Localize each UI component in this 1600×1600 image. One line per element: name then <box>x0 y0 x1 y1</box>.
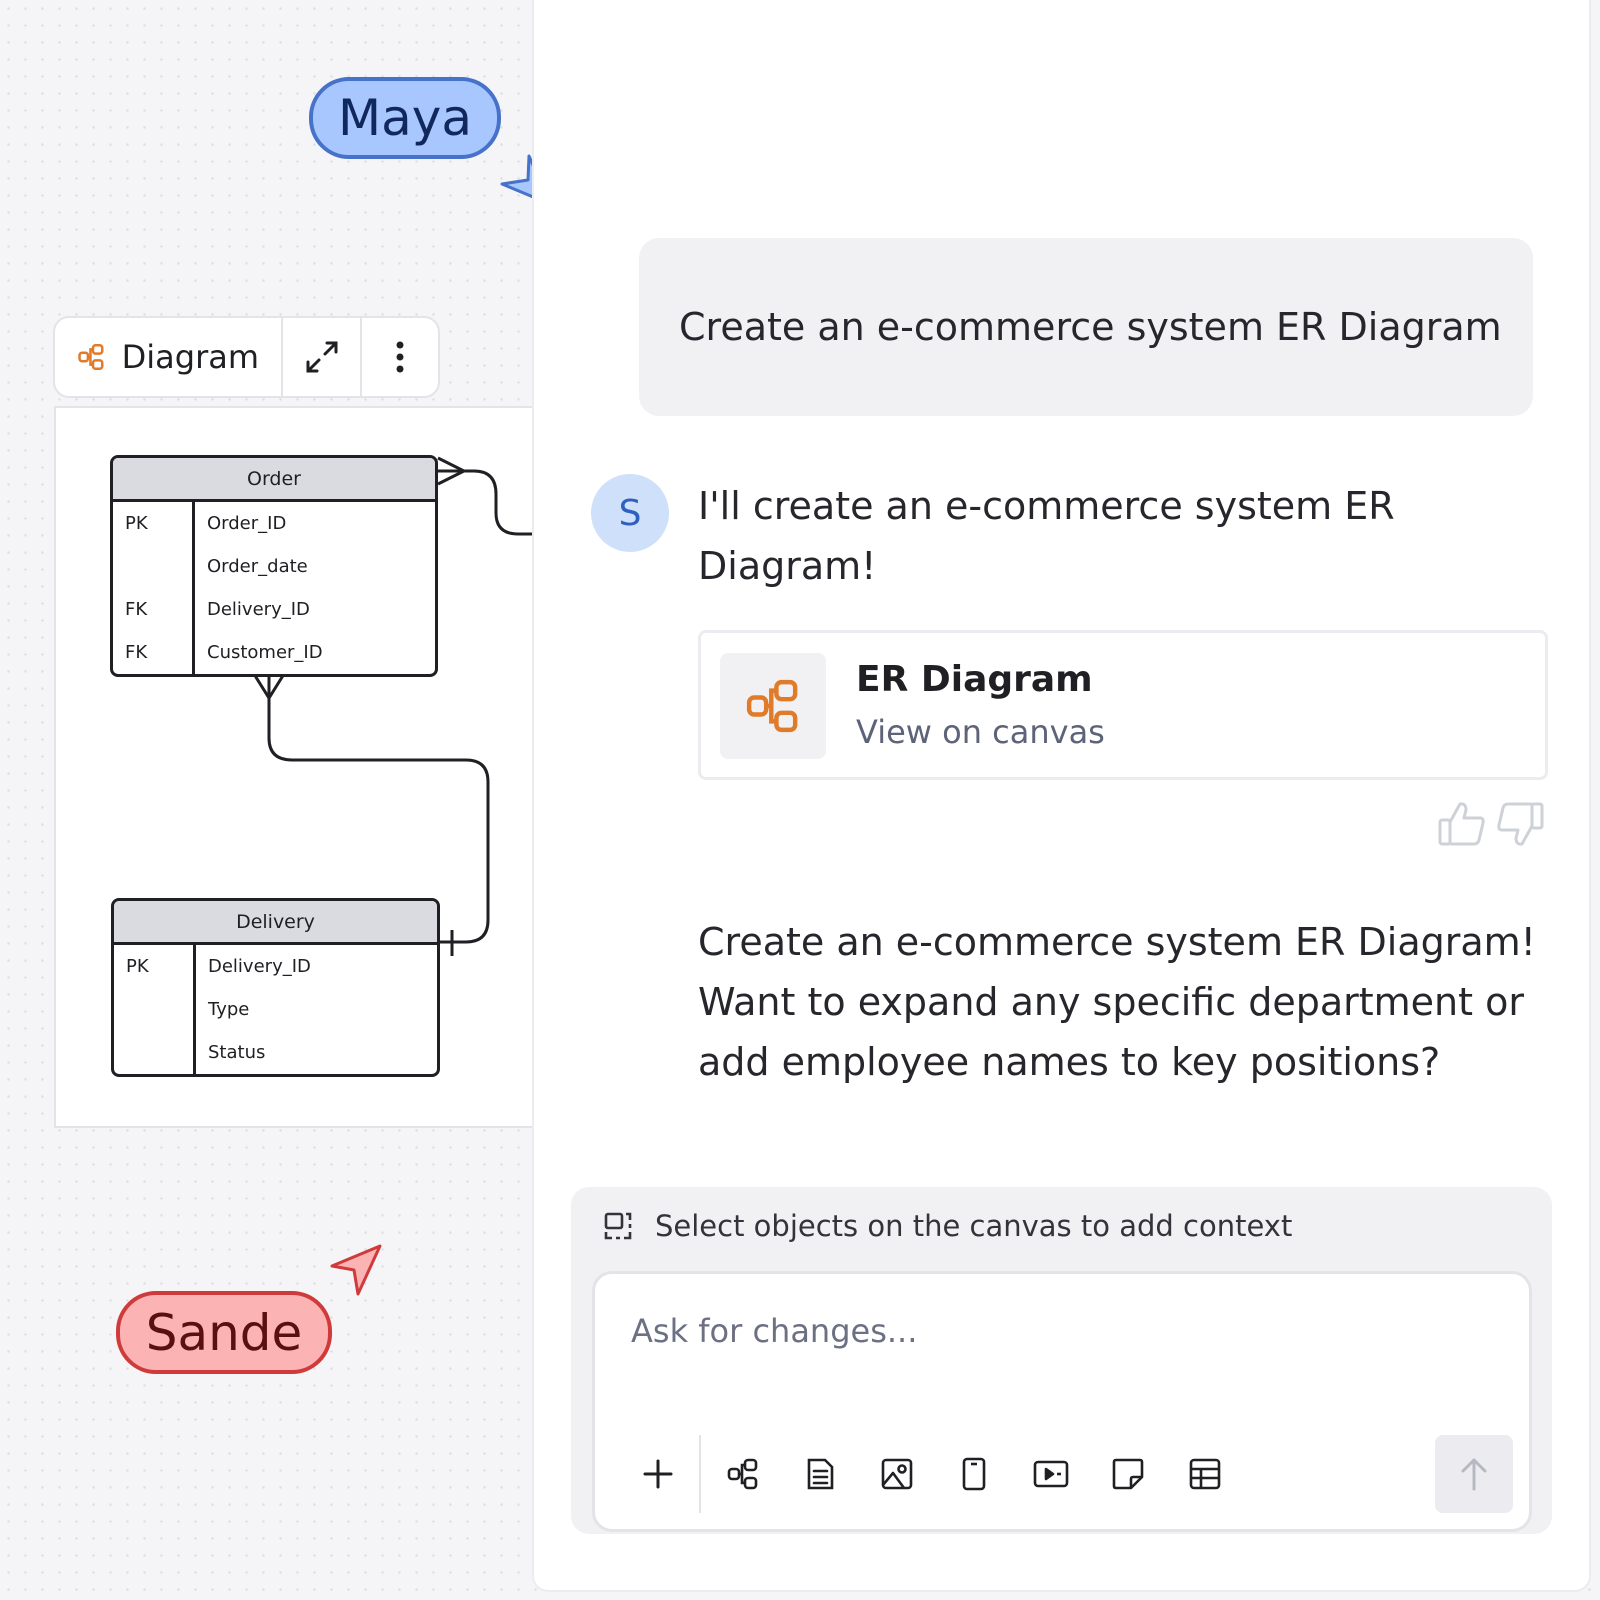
diagram-icon <box>727 1458 757 1490</box>
table-row: PK Order_ID <box>125 513 287 534</box>
diagram-toolbar: Diagram <box>53 316 440 398</box>
document-icon <box>807 1458 833 1490</box>
diagram-title: Diagram <box>121 338 259 376</box>
slides-icon <box>1033 1460 1068 1488</box>
insert-sticky-note-button[interactable] <box>1089 1436 1166 1513</box>
table-row: FK Delivery_ID <box>125 599 310 620</box>
chat-input[interactable] <box>631 1312 1431 1350</box>
delivery-entity[interactable]: Delivery PK Delivery_ID Type Status <box>111 898 440 1077</box>
plus-icon <box>643 1459 672 1489</box>
sticky-note-icon <box>1112 1458 1143 1490</box>
sande-cursor-icon <box>330 1244 382 1296</box>
table-row: Type <box>208 999 250 1020</box>
order-entity[interactable]: Order PK Order_ID Order_date FK Delivery_I… <box>110 455 438 677</box>
table-row: PK Delivery_ID <box>126 956 311 977</box>
user-message: Create an e-commerce system ER Diagram <box>639 238 1533 416</box>
more-options-button[interactable] <box>360 318 438 396</box>
arrow-up-icon <box>1461 1458 1487 1491</box>
insert-mobile-frame-button[interactable] <box>935 1436 1012 1513</box>
more-vertical-icon <box>396 341 404 373</box>
expand-button[interactable] <box>283 318 360 396</box>
thumbs-down-icon[interactable] <box>1494 798 1546 850</box>
table-row: Order_date <box>207 556 308 577</box>
context-hint-text: Select objects on the canvas to add cont… <box>655 1209 1293 1243</box>
insert-table-button[interactable] <box>1166 1436 1243 1513</box>
delivery-entity-title: Delivery <box>114 901 437 945</box>
insert-image-button[interactable] <box>858 1436 935 1513</box>
artifact-title: ER Diagram <box>856 659 1093 700</box>
ai-chat-panel: Create an e-commerce system ER Diagram S… <box>534 0 1589 1590</box>
diagram-icon <box>746 679 798 733</box>
artifact-card[interactable]: ER Diagram View on canvas <box>698 630 1548 780</box>
insert-slides-button[interactable] <box>1012 1436 1089 1513</box>
sande-cursor-label: Sande <box>116 1291 332 1374</box>
insert-diagram-button[interactable] <box>704 1436 781 1513</box>
diagram-title-button[interactable]: Diagram <box>55 318 283 396</box>
er-diagram-canvas[interactable]: Order PK Order_ID Order_date FK Delivery_I… <box>54 406 554 1128</box>
composer-toolbar <box>619 1434 1243 1514</box>
assistant-follow-up-message: Create an e-commerce system ER Diagram! … <box>698 920 1536 1084</box>
table-row: Status <box>208 1042 266 1063</box>
send-button[interactable] <box>1435 1435 1513 1513</box>
chat-input-box[interactable] <box>592 1271 1532 1532</box>
assistant-message: I'll create an e-commerce system ER Diag… <box>698 484 1395 588</box>
insert-document-button[interactable] <box>781 1436 858 1513</box>
table-row: FK Customer_ID <box>125 642 323 663</box>
diagram-icon <box>78 343 104 371</box>
image-icon <box>881 1458 912 1490</box>
select-objects-icon <box>604 1212 632 1240</box>
thumbs-up-icon[interactable] <box>1436 798 1488 850</box>
mobile-frame-icon <box>962 1457 985 1491</box>
add-context-hint[interactable]: Select objects on the canvas to add cont… <box>603 1209 1292 1243</box>
maya-cursor-label: Maya <box>309 77 501 159</box>
expand-icon <box>306 341 338 373</box>
order-entity-title: Order <box>113 458 435 502</box>
add-button[interactable] <box>619 1436 696 1513</box>
chat-composer: Select objects on the canvas to add cont… <box>571 1187 1552 1534</box>
view-on-canvas-link[interactable]: View on canvas <box>856 713 1105 751</box>
artifact-thumbnail <box>720 653 826 759</box>
avatar: S <box>591 474 669 552</box>
toolbar-divider <box>699 1435 701 1513</box>
table-icon <box>1189 1458 1220 1490</box>
